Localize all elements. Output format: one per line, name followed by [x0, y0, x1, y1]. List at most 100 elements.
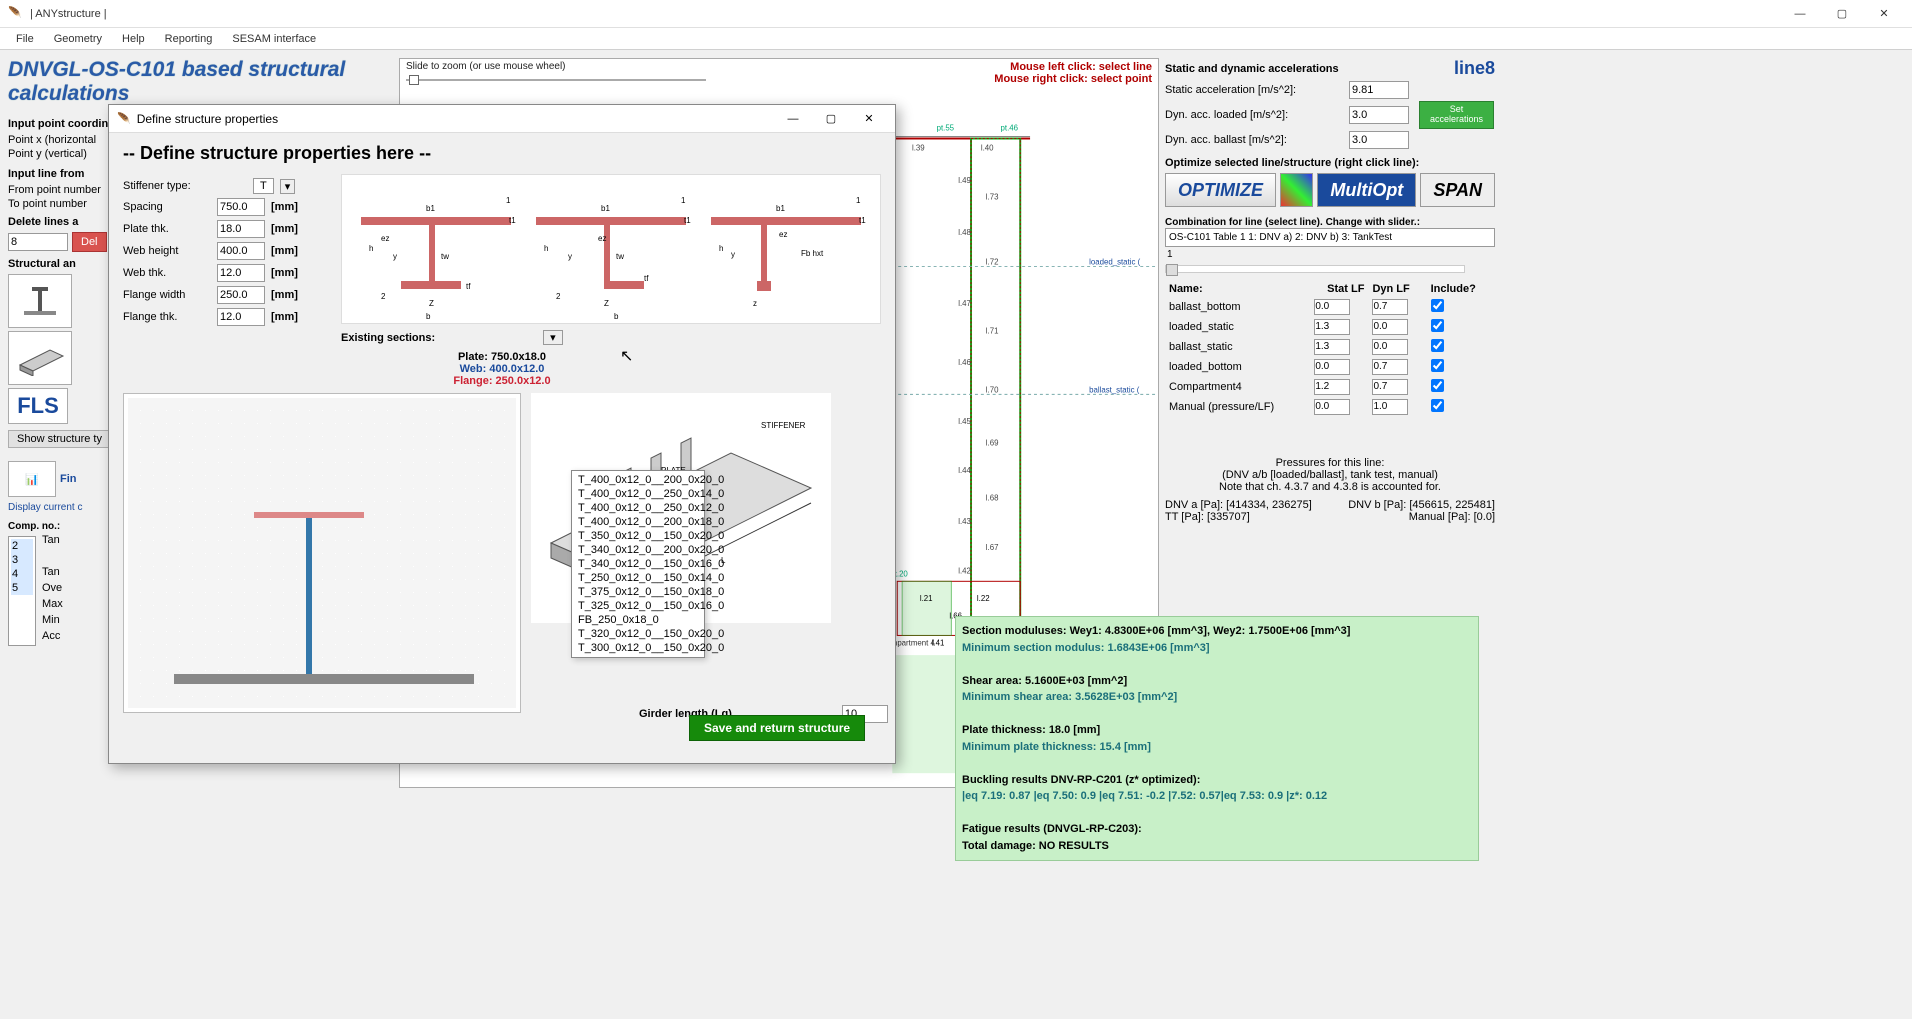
- comp-item[interactable]: 3: [11, 553, 33, 567]
- section-option[interactable]: T_400_0x12_0__250_0x14_0: [572, 487, 704, 501]
- existing-sections-dropdown-button[interactable]: ▾: [543, 330, 563, 345]
- menu-reporting[interactable]: Reporting: [155, 31, 223, 47]
- svg-text:Z: Z: [604, 299, 609, 308]
- maximize-button[interactable]: ▢: [1822, 2, 1862, 26]
- svg-text:t1: t1: [684, 216, 691, 225]
- section-option[interactable]: T_300_0x12_0__150_0x20_0: [572, 641, 704, 655]
- svg-text:1: 1: [856, 196, 861, 205]
- section-option[interactable]: T_400_0x12_0__200_0x18_0: [572, 515, 704, 529]
- existing-sections-dropdown[interactable]: T_400_0x12_0__200_0x20_0 T_400_0x12_0__2…: [571, 470, 705, 658]
- load-include-checkbox[interactable]: [1431, 299, 1444, 312]
- svg-text:ez: ez: [381, 234, 389, 243]
- section-option[interactable]: T_340_0x12_0__150_0x16_0: [572, 557, 704, 571]
- section-option[interactable]: T_250_0x12_0__150_0x14_0: [572, 571, 704, 585]
- menu-sesam[interactable]: SESAM interface: [222, 31, 326, 47]
- section-option[interactable]: T_375_0x12_0__150_0x18_0: [572, 585, 704, 599]
- static-accel-input[interactable]: [1349, 81, 1409, 99]
- spacing-input[interactable]: [217, 198, 265, 216]
- svg-text:1: 1: [681, 196, 686, 205]
- section-preview: [123, 393, 521, 713]
- dialog-icon: 🪶: [117, 112, 131, 125]
- dyn-ballast-input[interactable]: [1349, 131, 1409, 149]
- comp-item[interactable]: 5: [11, 581, 33, 595]
- svg-text:l.22: l.22: [977, 594, 990, 603]
- load-include-checkbox[interactable]: [1431, 339, 1444, 352]
- load-s-input[interactable]: [1314, 319, 1350, 335]
- plate-thk-input[interactable]: [217, 220, 265, 238]
- svg-text:pt.46: pt.46: [1001, 124, 1019, 133]
- manual-lf-input[interactable]: [1372, 399, 1408, 415]
- manual-p-input[interactable]: [1314, 399, 1350, 415]
- menu-geometry[interactable]: Geometry: [44, 31, 112, 47]
- dialog-maximize-button[interactable]: ▢: [813, 108, 849, 130]
- svg-text:h: h: [719, 244, 723, 253]
- set-accel-button[interactable]: Setaccelerations: [1419, 101, 1494, 129]
- load-s-input[interactable]: [1314, 359, 1350, 375]
- load-d-input[interactable]: [1372, 379, 1408, 395]
- section-option[interactable]: T_400_0x12_0__250_0x12_0: [572, 501, 704, 515]
- load-d-input[interactable]: [1372, 319, 1408, 335]
- static-accel-label: Static acceleration [m/s^2]:: [1165, 84, 1345, 96]
- svg-text:l.68: l.68: [986, 494, 999, 503]
- close-button[interactable]: ✕: [1864, 2, 1904, 26]
- load-s-input[interactable]: [1314, 299, 1350, 315]
- window-titlebar: 🪶 | ANYstructure | — ▢ ✕: [0, 0, 1912, 28]
- fls-button[interactable]: FLS: [8, 388, 68, 424]
- svg-text:l.42: l.42: [958, 566, 971, 575]
- section-option[interactable]: FB_250_0x18_0: [572, 613, 704, 627]
- svg-text:l.69: l.69: [986, 439, 999, 448]
- comp-list[interactable]: 2 3 4 5: [8, 536, 36, 646]
- web-thk-input[interactable]: [217, 264, 265, 282]
- delete-input[interactable]: [8, 233, 68, 251]
- load-s-input[interactable]: [1314, 339, 1350, 355]
- comp-item[interactable]: 4: [11, 567, 33, 581]
- comp-lbl: Acc: [42, 628, 63, 644]
- optimize-button[interactable]: OPTIMIZE: [1165, 173, 1276, 207]
- save-structure-button[interactable]: Save and return structure: [689, 715, 865, 741]
- zoom-slider[interactable]: [406, 74, 706, 86]
- fl-thk-input[interactable]: [217, 308, 265, 326]
- dialog-close-button[interactable]: ✕: [851, 108, 887, 130]
- window-title: | ANYstructure |: [30, 8, 1780, 20]
- load-include-checkbox[interactable]: [1431, 319, 1444, 332]
- section-option[interactable]: T_400_0x12_0__200_0x20_0: [572, 473, 704, 487]
- load-d-input[interactable]: [1372, 299, 1408, 315]
- plate-3d-icon[interactable]: [8, 331, 72, 385]
- load-d-input[interactable]: [1372, 359, 1408, 375]
- svg-text:ez: ez: [779, 230, 787, 239]
- svg-text:b: b: [426, 312, 431, 321]
- show-structure-button[interactable]: Show structure ty: [8, 430, 111, 448]
- manual-include-checkbox[interactable]: [1431, 399, 1444, 412]
- delete-button[interactable]: Del: [72, 232, 107, 252]
- load-s-input[interactable]: [1314, 379, 1350, 395]
- load-d-input[interactable]: [1372, 339, 1408, 355]
- stiff-type-dropdown-button[interactable]: ▾: [280, 179, 296, 194]
- col-dyn: Dyn LF: [1368, 281, 1426, 297]
- section-option[interactable]: T_320_0x12_0__150_0x20_0: [572, 627, 704, 641]
- combo-slider[interactable]: [1165, 265, 1465, 273]
- t-profile-icon[interactable]: [8, 274, 72, 328]
- section-option[interactable]: T_350_0x12_0__150_0x20_0: [572, 529, 704, 543]
- menu-file[interactable]: File: [6, 31, 44, 47]
- comp-item[interactable]: 2: [11, 539, 33, 553]
- section-option[interactable]: T_340_0x12_0__200_0x20_0: [572, 543, 704, 557]
- load-include-checkbox[interactable]: [1431, 379, 1444, 392]
- dyn-loaded-input[interactable]: [1349, 106, 1409, 124]
- web-h-input[interactable]: [217, 242, 265, 260]
- dialog-minimize-button[interactable]: —: [775, 108, 811, 130]
- span-button[interactable]: SPAN: [1420, 173, 1495, 207]
- load-include-checkbox[interactable]: [1431, 359, 1444, 372]
- results-icon[interactable]: 📊: [8, 461, 56, 497]
- svg-text:l.67: l.67: [986, 543, 999, 552]
- minimize-button[interactable]: —: [1780, 2, 1820, 26]
- section-option[interactable]: T_325_0x12_0__150_0x16_0: [572, 599, 704, 613]
- color-map-icon: [1280, 173, 1313, 207]
- pressure-values: DNV a [Pa]: [414334, 236275]DNV b [Pa]: …: [1165, 499, 1495, 511]
- multiopt-button[interactable]: MultiOpt: [1317, 173, 1416, 207]
- menu-help[interactable]: Help: [112, 31, 155, 47]
- svg-text:l.45: l.45: [958, 417, 971, 426]
- stiff-type-label: Stiffener type:: [123, 180, 211, 192]
- fin-label: Fin: [60, 473, 77, 485]
- unit-label: [mm]: [271, 267, 298, 279]
- fl-w-input[interactable]: [217, 286, 265, 304]
